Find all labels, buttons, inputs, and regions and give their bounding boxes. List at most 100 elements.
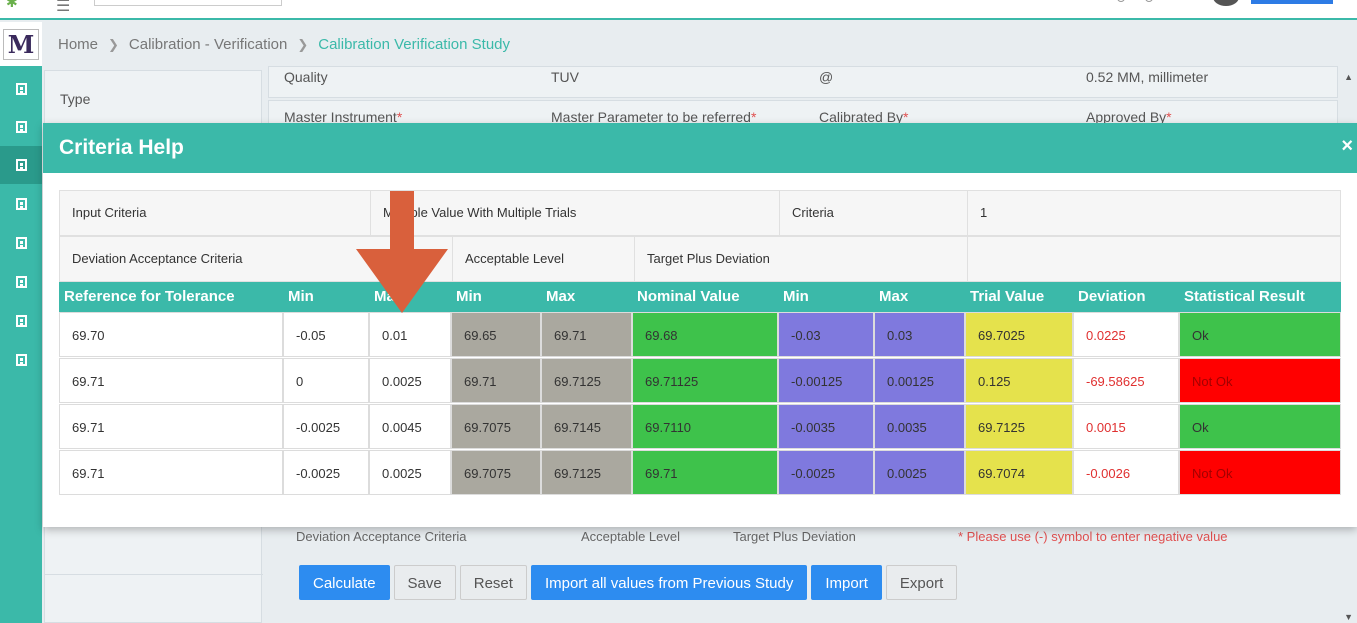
modal-header: Criteria Help × [43,123,1357,173]
breadcrumb-section[interactable]: Calibration - Verification [129,36,287,53]
table-cell: 0.125 [965,358,1073,403]
acceptable-level-label: Acceptable Level [453,237,635,281]
table-cell: 69.7125 [965,404,1073,449]
table-cell: 69.71 [451,358,541,403]
rail-building-icon-8[interactable] [0,341,42,379]
negative-value-warning: * Please use (-) symbol to enter negativ… [958,529,1228,544]
top-bar: ✱ ☰ [0,0,1357,20]
table-cell: Not Ok [1179,358,1341,403]
info-row-deviation: Deviation Acceptance Criteria Acceptable… [59,236,1341,282]
table-row: 69.70 -0.05 0.01 69.65 69.71 69.68 -0.03 0.03 69… [59,312,1341,358]
under-deviation-label: Deviation Acceptance Criteria [296,529,467,544]
avatar[interactable] [1213,0,1239,6]
table-row: 69.71 -0.0025 0.0045 69.7075 69.7145 69.7110-… [59,404,1341,450]
reset-button[interactable]: Reset [459,565,527,600]
at-symbol: @ [819,69,834,85]
rail-building-icon-5[interactable] [0,224,42,262]
hamburger-menu-icon[interactable]: ☰ [56,0,70,16]
table-cell: 0 [283,358,369,403]
chevron-right-icon: ❯ [108,36,119,52]
table-cell: 0.0025 [369,450,451,495]
criteria-value: 1 [980,205,988,220]
table-cell: -0.0025 [778,450,874,495]
annotation-arrow-icon [356,191,448,313]
table-cell: -0.0025 [283,450,369,495]
help-icon[interactable] [1145,0,1153,2]
table-cell: 69.71125 [632,358,778,403]
rail-building-icon-7[interactable] [0,302,42,340]
table-cell: 0.0035 [874,404,965,449]
breadcrumb-home[interactable]: Home [58,36,98,53]
table-cell: 69.7145 [541,404,632,449]
save-button[interactable]: Save [393,565,456,600]
table-cell: 69.71 [59,450,283,495]
table-cell: 69.71 [541,312,632,357]
app-logo[interactable]: M [0,22,42,66]
user-menu-button[interactable] [1251,0,1333,4]
rail-building-icon-3[interactable] [0,146,42,184]
rail-building-icon-1[interactable] [0,70,42,108]
table-cell: 0.0045 [369,404,451,449]
table-cell: Not Ok [1179,450,1341,495]
column-header: Statistical Result [1184,288,1305,305]
table-cell: 69.7125 [541,358,632,403]
table-cell: 69.7025 [965,312,1073,357]
chevron-right-icon: ❯ [297,36,309,52]
table-cell: 69.65 [451,312,541,357]
under-target-label: Target Plus Deviation [733,529,856,544]
breadcrumb: Home ❯ Calibration - Verification ❯ Cali… [58,36,510,53]
table-cell: 0.0015 [1073,404,1179,449]
table-cell: -0.0026 [1073,450,1179,495]
table-row: 69.71 0 0.0025 69.71 69.7125 69.71125 -0.00125… [59,358,1341,404]
table-cell: Ok [1179,404,1341,449]
criteria-label: Criteria [780,191,968,235]
grid-header: Reference for Tolerance Min Max Min Max Nomin… [59,282,1341,312]
scroll-down-icon[interactable]: ▼ [1344,612,1353,622]
modal-title: Criteria Help [59,136,184,159]
rail-building-icon-2[interactable] [0,108,42,146]
import-button[interactable]: Import [811,565,882,600]
table-cell: 69.7075 [451,450,541,495]
empty-cell [968,237,1340,281]
table-cell: 69.71 [59,404,283,449]
table-cell: 0.01 [369,312,451,357]
settings-icon[interactable] [1117,0,1125,2]
type-label: Type [60,91,91,107]
table-cell: -0.03 [778,312,874,357]
column-header: Min [456,288,482,305]
table-cell: 69.71 [59,358,283,403]
calculate-button[interactable]: Calculate [299,565,390,600]
table-cell: 0.0025 [369,358,451,403]
quality-label: Quality [284,69,328,85]
export-button[interactable]: Export [885,565,958,600]
table-cell: 0.0225 [1073,312,1179,357]
table-cell: 69.7110 [632,404,778,449]
column-header: Max [879,288,909,305]
arrow-shape [356,191,448,313]
rail-building-icon-6[interactable] [0,263,42,301]
column-header: Nominal Value [637,288,740,305]
table-row: 69.71 -0.0025 0.0025 69.7075 69.7125 69.71 -0.… [59,450,1341,496]
scroll-up-icon[interactable]: ▲ [1344,72,1353,82]
table-cell: 69.71 [632,450,778,495]
column-header: Deviation [1078,288,1146,305]
criteria-help-modal: Criteria Help × Input Criteria Multiple … [43,123,1357,527]
unit-value: 0.52 MM, millimeter [1086,69,1209,85]
column-header: Reference for Tolerance [64,288,235,305]
rail-building-icon-4[interactable] [0,185,42,223]
action-button-bar: Calculate Save Reset Import all values f… [299,565,958,600]
table-cell: 69.70 [59,312,283,357]
left-rail: M [0,22,42,623]
table-cell: 69.7125 [541,450,632,495]
import-previous-button[interactable]: Import all values from Previous Study [530,565,808,600]
table-cell: -0.0035 [778,404,874,449]
input-criteria-label: Input Criteria [60,191,371,235]
column-header: Trial Value [970,288,1045,305]
table-cell: -0.00125 [778,358,874,403]
table-cell: 69.7074 [965,450,1073,495]
search-input[interactable] [94,0,282,6]
close-icon[interactable]: × [1341,135,1353,158]
table-cell: Ok [1179,312,1341,357]
table-cell: 0.00125 [874,358,965,403]
table-cell: -0.0025 [283,404,369,449]
